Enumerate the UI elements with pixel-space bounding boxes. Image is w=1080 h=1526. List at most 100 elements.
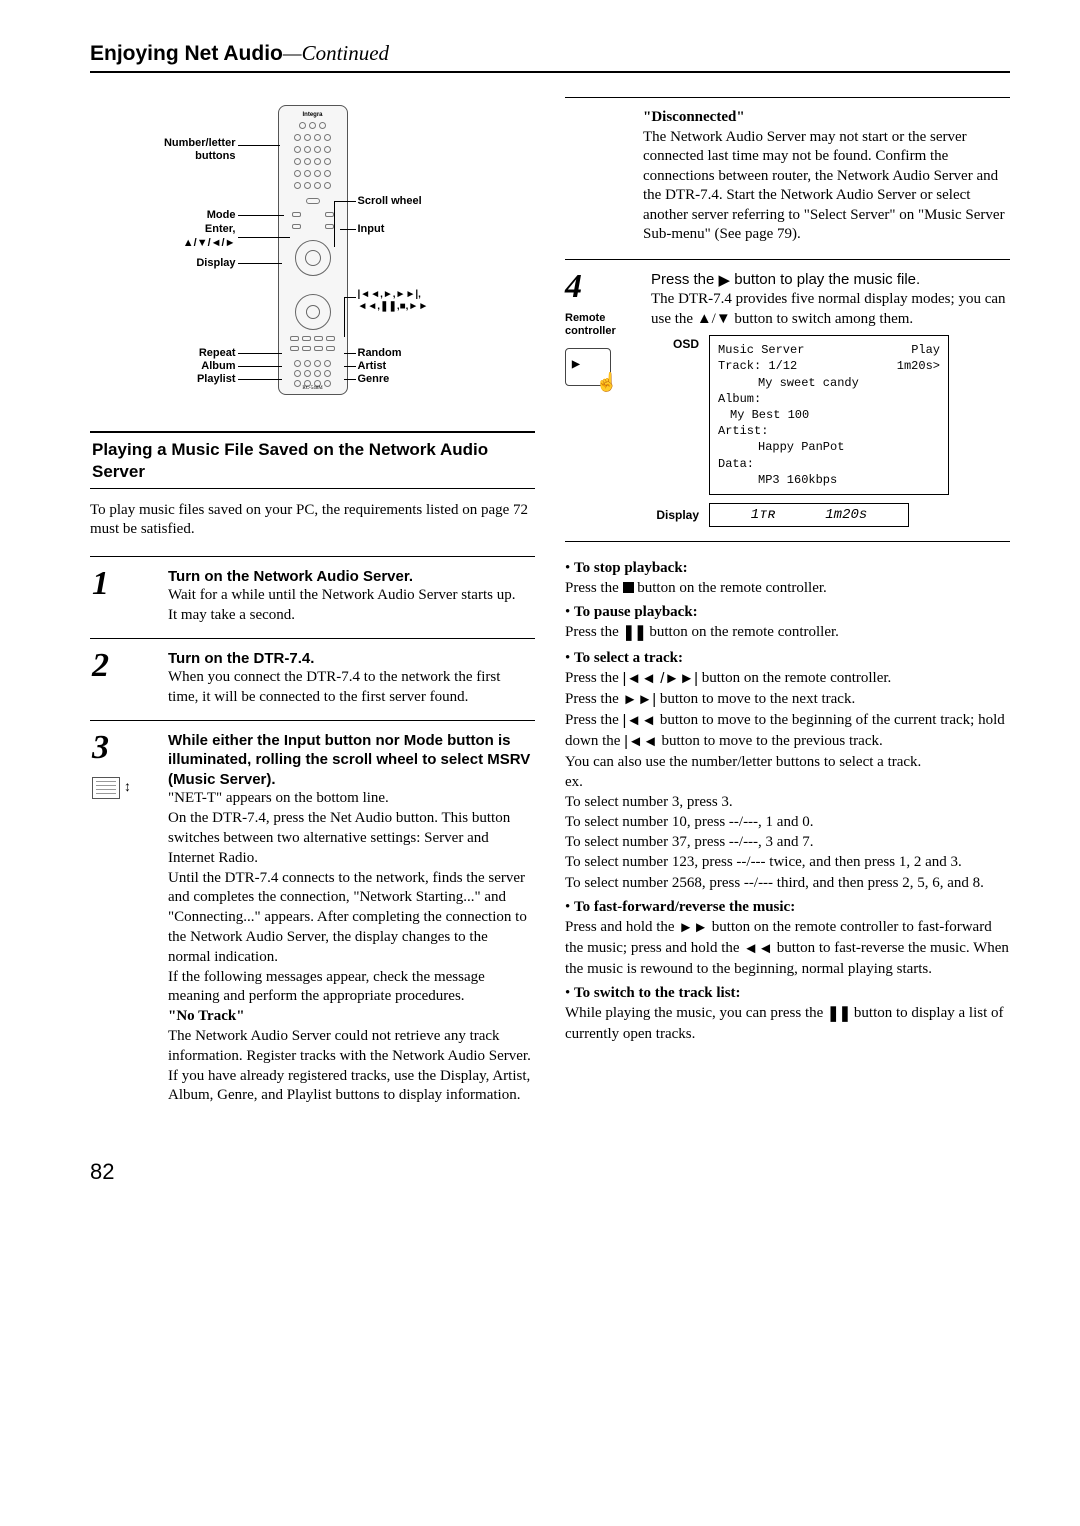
rewind-icon: ◄◄ [743,939,773,959]
display-b: 1m20s [825,506,867,524]
pause-b2: button on the remote controller. [646,624,839,640]
step-3-number: 3 ↕ [92,731,152,1106]
label-number-letter: Number/letter buttons [128,137,236,162]
ex5: To select number 2568, press --/--- thir… [565,873,1010,893]
step-2-number: 2 [92,649,152,708]
title-continued: —Continued [283,41,389,65]
label-repeat: Repeat [128,347,236,360]
scroll-wheel-icon [295,240,331,276]
select-head: To select a track: [574,650,683,666]
label-scroll-wheel: Scroll wheel [358,195,422,208]
step-4-title: Press the ▶ button to play the music fil… [651,270,1010,291]
label-mode: Mode [128,209,236,222]
osd-data-l: Data: [718,456,940,472]
step-4-body: The DTR-7.4 provides five normal display… [651,290,1010,329]
osd-row: OSD Music ServerPlay Track: 1/121m20s> M… [651,335,1010,495]
sel-p2b: button to move to the next track. [656,691,855,707]
section-heading: Playing a Music File Saved on the Networ… [90,431,535,489]
step-2-line1: When you connect the DTR-7.4 to the netw… [168,668,533,708]
osd-data-v: MP3 160kbps [718,472,940,488]
osd-play: Play [911,342,940,358]
title-main: Enjoying Net Audio [90,42,283,65]
list-body: While playing the music, you can press t… [565,1003,1010,1044]
intro-paragraph: To play music files saved on your PC, th… [90,501,535,540]
step-4-side2: controller [565,325,635,338]
label-artist: Artist [358,360,387,373]
prev-track-icon: |◄◄ [623,711,657,731]
step-1-title: Turn on the Network Audio Server. [168,567,533,587]
label-arrows: ▲/▼/◄/► [128,237,236,250]
nav-wheel-icon [295,294,331,330]
step-3-num-text: 3 [92,729,109,766]
osd-title: Music Server [718,342,804,358]
step-3-p3: Until the DTR-7.4 connects to the networ… [168,869,533,968]
pause-icon-2: ❚❚ [827,1004,850,1024]
ff-line: • To fast-forward/reverse the music: [565,897,1010,917]
display-row: Display 1ᴛʀ 1m20s [651,503,1010,527]
prev-track-icon-2: |◄◄ [624,732,658,752]
osd-box: Music ServerPlay Track: 1/121m20s> My sw… [709,335,949,495]
sel-p2a: Press the [565,691,623,707]
display-tag: Display [651,506,699,524]
select-p2: Press the ►►| button to move to the next… [565,689,1010,710]
ff-head: To fast-forward/reverse the music: [574,899,795,915]
osd-artist-v: Happy PanPot [718,439,940,455]
remote-brand: Integra [302,112,322,120]
step-3-title: While either the Input button nor Mode b… [168,731,533,790]
list-head: To switch to the track list: [574,985,741,1001]
pause-line: • To pause playback: [565,602,1010,622]
ex-label: ex. [565,772,1010,792]
list-b1: While playing the music, you can press t… [565,1005,827,1021]
step-2-title: Turn on the DTR-7.4. [168,649,533,669]
label-random: Random [358,347,402,360]
select-line: • To select a track: [565,648,1010,668]
scroll-wheel-mini-icon [92,777,120,799]
disconnected-body: The Network Audio Server may not start o… [643,128,1010,245]
select-p1: Press the |◄◄ /►►| button on the remote … [565,668,1010,689]
label-input: Input [358,223,385,236]
ff-b1: Press and hold the [565,919,678,935]
page-number: 82 [90,1158,1010,1187]
remote-figure: Integra [90,97,535,407]
pause-b1: Press the [565,624,623,640]
label-playlist: Playlist [128,373,236,386]
step-4-number: 4 [565,270,635,304]
sel-p3c: button to move to the previous track. [658,733,883,749]
play-icon: ▶ [719,271,731,291]
disconnected-heading: "Disconnected" [643,108,1010,128]
no-track-heading: "No Track" [168,1007,533,1027]
step-4-side1: Remote [565,312,635,325]
prev-next-icon: |◄◄ /►►| [623,669,699,689]
step-3-p4: If the following messages appear, check … [168,968,533,1008]
step-1: 1 Turn on the Network Audio Server. Wait… [90,557,535,639]
sel-p3a: Press the [565,712,623,728]
right-column: "Disconnected" The Network Audio Server … [565,97,1010,1118]
no-track-body: The Network Audio Server could not retri… [168,1027,533,1106]
stop-b2: button on the remote controller. [634,580,827,596]
label-album: Album [128,360,236,373]
select-p4: You can also use the number/letter butto… [565,752,1010,772]
steps-list: 1 Turn on the Network Audio Server. Wait… [90,556,535,1118]
label-transport: |◄◄,►,►►|, ◄◄,❚❚,■,►► [358,289,429,312]
stop-head: To stop playback: [574,560,688,576]
hand-icon: ☝ [596,372,618,394]
osd-song: My sweet candy [718,375,940,391]
ex3: To select number 37, press --/---, 3 and… [565,832,1010,852]
ff-body: Press and hold the ►► button on the remo… [565,917,1010,979]
playback-notes: • To stop playback: Press the button on … [565,558,1010,1044]
fast-forward-icon: ►► [678,918,708,938]
stop-line: • To stop playback: [565,558,1010,578]
step-3: 3 ↕ While either the Input button nor Mo… [90,721,535,1118]
step-2: 2 Turn on the DTR-7.4. When you connect … [90,639,535,721]
step-4-title-b: button to play the music file. [730,271,920,288]
stop-body: Press the button on the remote controlle… [565,578,1010,598]
display-box: 1ᴛʀ 1m20s [709,503,909,527]
stop-icon [623,582,634,593]
remote-body: Integra [278,105,348,395]
select-p3: Press the |◄◄ button to move to the begi… [565,710,1010,752]
osd-album-v: My Best 100 [718,407,940,423]
ex4: To select number 123, press --/--- twice… [565,852,1010,872]
list-line: • To switch to the track list: [565,983,1010,1003]
osd-artist-l: Artist: [718,423,940,439]
pause-body: Press the ❚❚ button on the remote contro… [565,622,1010,643]
